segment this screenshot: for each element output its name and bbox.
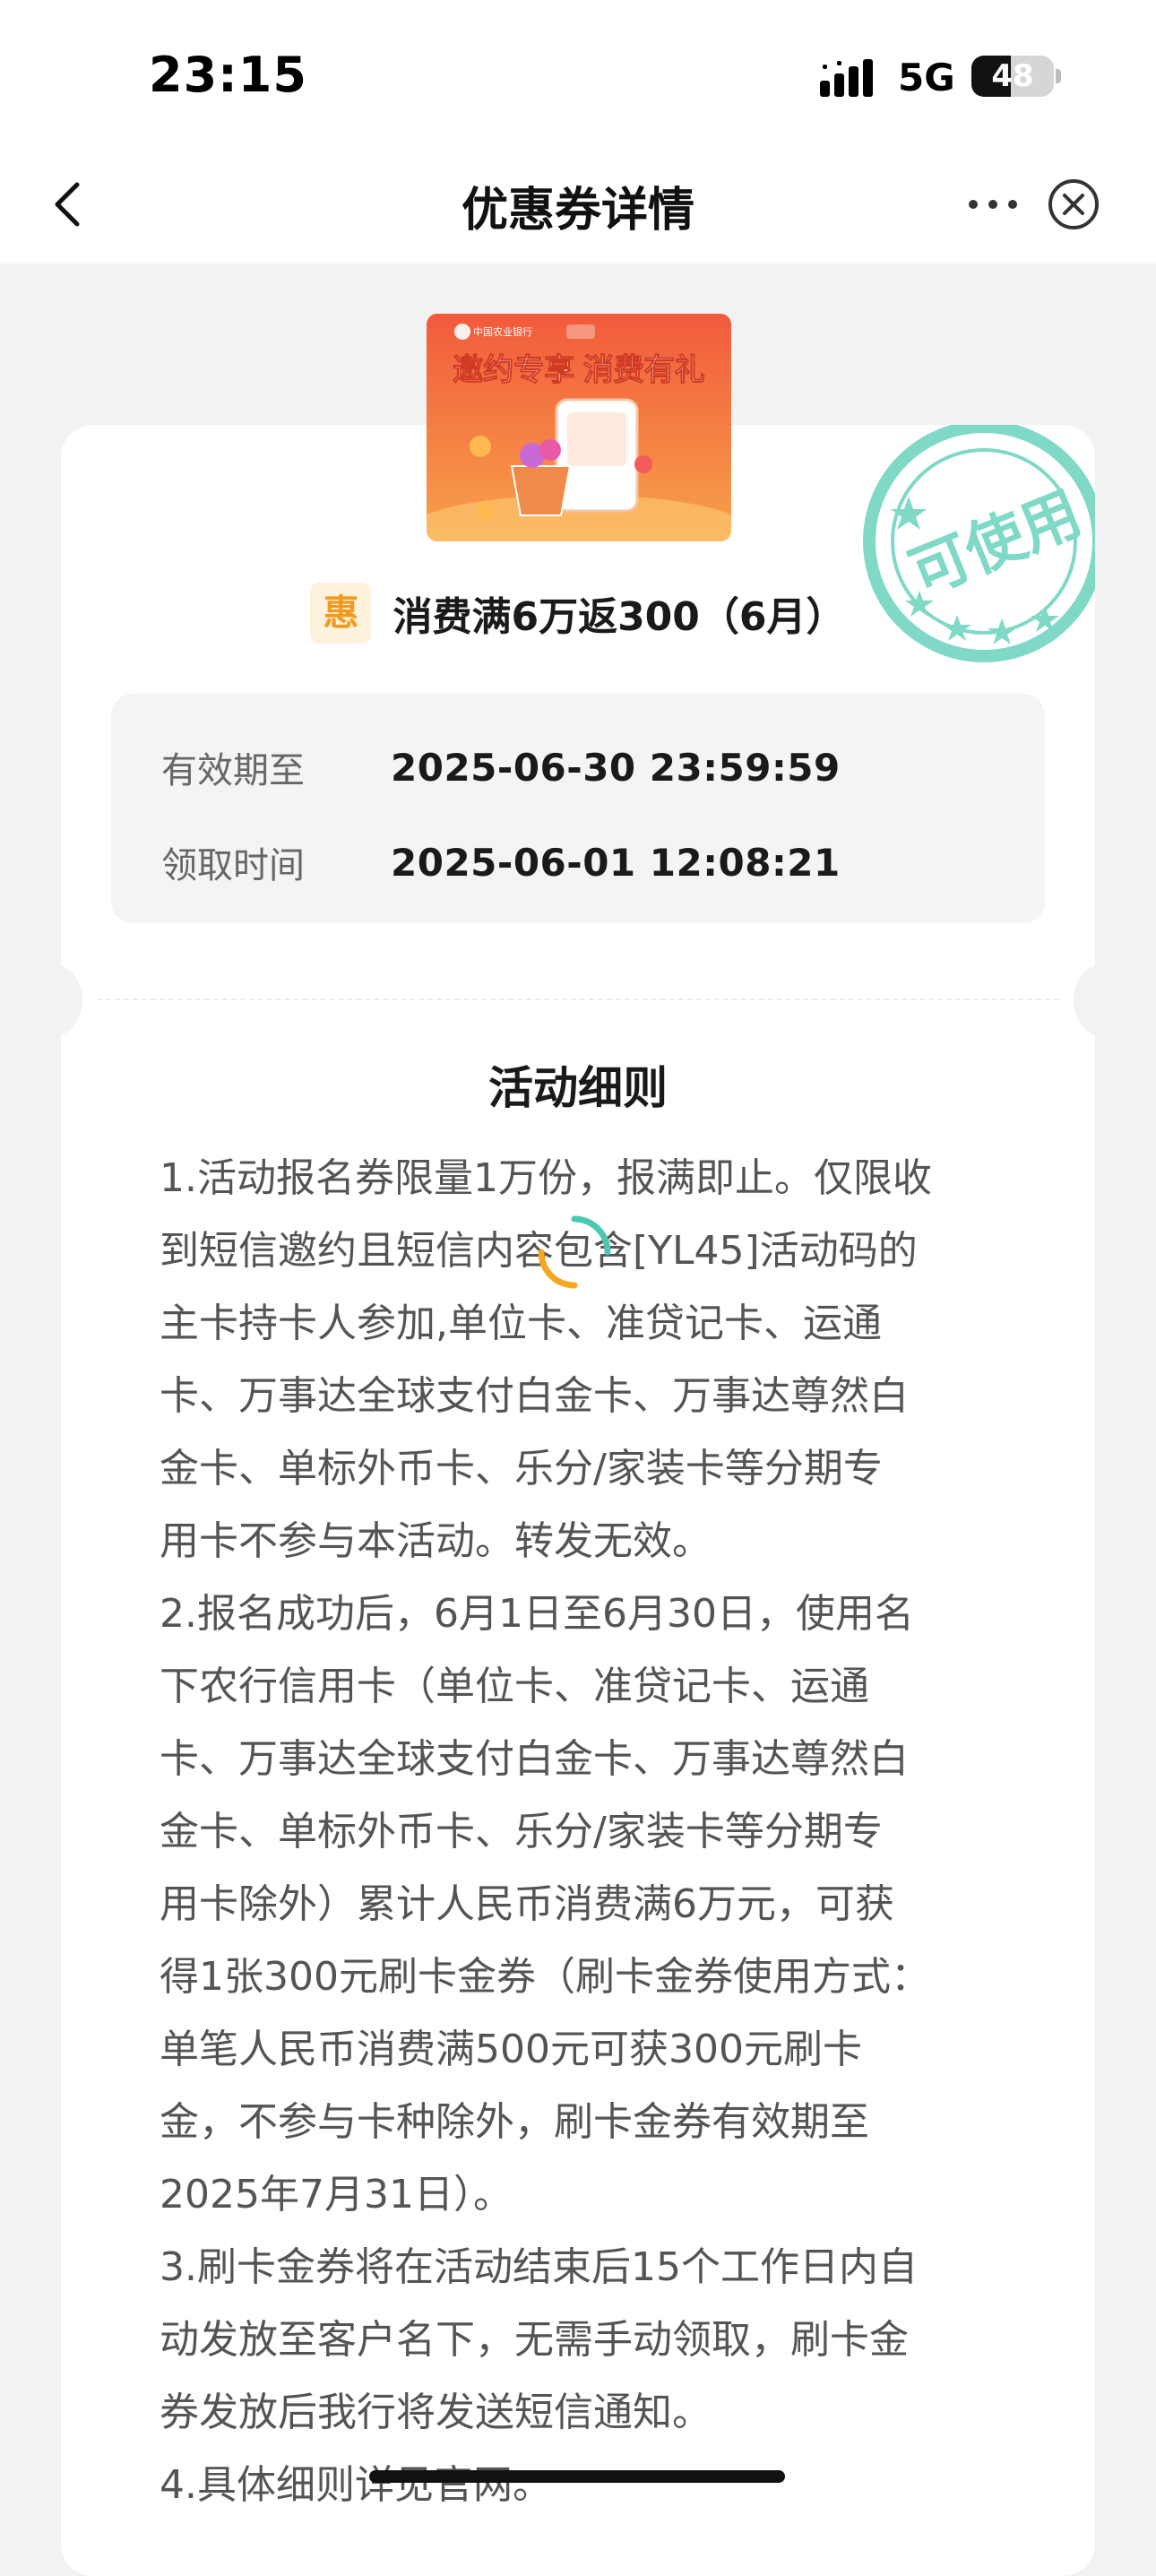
rule-line: 得1张300元刷卡金券（刷卡金券使用方式： xyxy=(160,1954,930,2000)
close-circle-icon[interactable] xyxy=(1045,176,1102,233)
loading-spinner-icon xyxy=(538,1215,611,1289)
banner-bank-name: 中国农业银行 xyxy=(473,325,532,338)
rule-line: 用卡不参与本活动。转发无效。 xyxy=(160,1518,712,1564)
claim-time-value: 2025-06-01 12:08:21 xyxy=(391,840,841,885)
promo-banner-image: 中国农业银行 邀约专享 消费有礼 xyxy=(427,314,731,541)
coupon-title-row: 惠 消费满6万返300（6月） xyxy=(61,577,1095,649)
home-indicator[interactable] xyxy=(369,2470,785,2483)
discount-badge: 惠 xyxy=(310,583,372,644)
cellular-signal-icon xyxy=(820,59,873,97)
rule-line: 2025年7月31日）。 xyxy=(160,2172,513,2217)
rule-line: 主卡持卡人参加,单位卡、准贷记卡、运通 xyxy=(160,1301,882,1346)
rule-line: 券发放后我行将发送短信通知。 xyxy=(160,2390,712,2435)
valid-until-row: 有效期至 2025-06-30 23:59:59 xyxy=(161,742,841,792)
coupon-title: 消费满6万返300（6月） xyxy=(393,594,846,640)
rule-line: 金卡、单标外币卡、乐分/家装卡等分期专 xyxy=(160,1446,883,1491)
rule-line: 卡、万事达全球支付白金卡、万事达尊然白 xyxy=(160,1736,909,1782)
rule-line: 金卡、单标外币卡、乐分/家装卡等分期专 xyxy=(160,1809,883,1854)
rule-line: 4.具体细则详见官网。 xyxy=(160,2462,552,2508)
more-dots-icon[interactable] xyxy=(968,195,1018,213)
rule-line: 用卡除外）累计人民币消费满6万元，可获 xyxy=(160,1881,894,1927)
validity-info-box: 有效期至 2025-06-30 23:59:59 领取时间 2025-06-01… xyxy=(111,694,1045,923)
rule-line: 金，不参与卡种除外，刷卡金券有效期至 xyxy=(160,2099,869,2145)
status-bar: 23:15 5G 48 xyxy=(0,0,1156,152)
rule-line: 3.刷卡金券将在活动结束后15个工作日内自 xyxy=(160,2244,918,2290)
battery-cap xyxy=(1056,69,1061,83)
coupon-card: 可使用 惠 消费满6万返300（6月） 有效期至 2025-06-30 23:5… xyxy=(61,425,1095,2576)
rule-line: 下农行信用卡（单位卡、准贷记卡、运通 xyxy=(160,1664,869,1709)
rule-line: 动发放至客户名下，无需手动领取，刷卡金 xyxy=(160,2317,909,2363)
status-time: 23:15 xyxy=(149,47,307,103)
divider-notch-left xyxy=(61,964,82,1036)
rule-line: 2.报名成功后，6月1日至6月30日，使用名 xyxy=(160,1591,914,1637)
claim-time-label: 领取时间 xyxy=(161,845,305,886)
battery-level: 48 xyxy=(991,58,1034,94)
rules-text: 1.活动报名券限量1万份，报满即止。仅限收 到短信邀约且短信内容包含[YL45]活… xyxy=(160,1142,1047,2521)
dashed-divider xyxy=(97,998,1059,1000)
rules-title: 活动细则 xyxy=(488,1062,668,1114)
valid-until-label: 有效期至 xyxy=(161,750,305,791)
battery-icon: 48 xyxy=(971,56,1054,97)
divider-notch-right xyxy=(1074,964,1095,1036)
rule-line: 单笔人民币消费满500元可获300元刷卡 xyxy=(160,2027,862,2072)
rule-line: 1.活动报名券限量1万份，报满即止。仅限收 xyxy=(160,1155,932,1201)
network-type: 5G xyxy=(898,56,955,99)
valid-until-value: 2025-06-30 23:59:59 xyxy=(391,745,841,790)
claim-time-row: 领取时间 2025-06-01 12:08:21 xyxy=(161,837,841,887)
banner-headline: 邀约专享 消费有礼 xyxy=(453,353,704,387)
rule-line: 卡、万事达全球支付白金卡、万事达尊然白 xyxy=(160,1373,909,1419)
